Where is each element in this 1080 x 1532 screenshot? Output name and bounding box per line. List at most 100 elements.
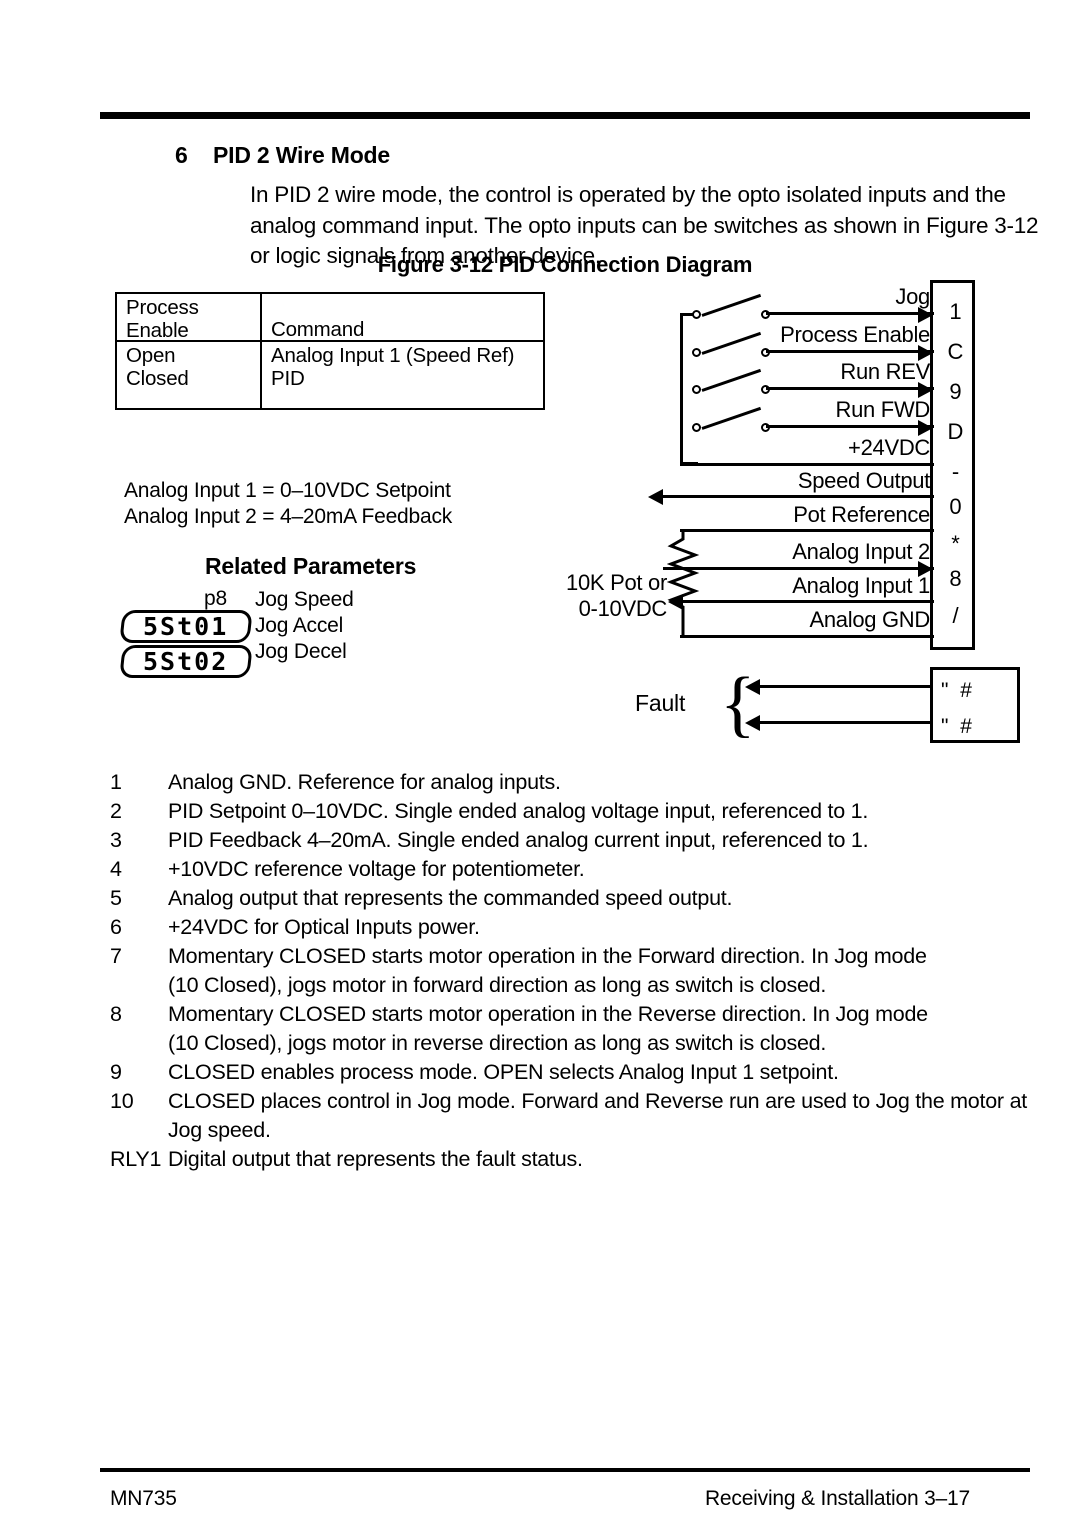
note-number: 7 [110,944,122,968]
switch-node-left [692,423,701,432]
terminal-char: C [947,339,964,364]
note-number: 2 [110,799,122,823]
fault-relay-box: " # " # [930,667,1020,743]
potentiometer-icon [667,529,700,637]
wire-analog-input-2 [663,567,934,570]
switch-node-left [692,348,701,357]
fault-label: Fault [635,690,686,716]
note-text: Digital output that represents the fault… [168,1147,583,1171]
header-rule [100,112,1030,119]
analog-input-notes: Analog Input 1 = 0–10VDC Setpoint Analog… [124,478,452,530]
terminal-char: * [951,531,960,556]
note-number: 5 [110,886,122,910]
section-number: 6 [175,142,188,168]
wire-analog-gnd [680,635,934,638]
list-item: 1 Analog GND. Reference for analog inputs… [110,768,1040,797]
arrow-analog-input-1-icon [668,594,683,610]
table-header-process-enable: Process Enable [117,294,262,342]
table-header-command: Command [262,294,543,341]
fault-terminal-char: " # [941,679,975,702]
arrow-jog-icon [918,307,933,323]
terminal-char: 1 [949,299,962,324]
terminal-char: - [951,459,960,484]
list-item: 10 CLOSED places control in Jog mode. For… [110,1087,1040,1145]
note-number: 6 [110,915,122,939]
table-cell-state-closed: Closed [126,367,189,390]
arrow-run-fwd-icon [918,420,933,436]
note-continuation: Jog speed. [168,1118,271,1142]
wire-process-enable [766,350,934,353]
pid-connection-diagram: 1 C 9 D - 0 * 8 / Jog Process Enable Run… [530,275,1030,755]
led-display-sst02: 5St02 [119,645,253,678]
table-cell-states: Open Closed [117,342,262,408]
table-header-row: Process Enable Command [117,294,543,342]
related-parameters-title: Related Parameters [205,553,417,579]
list-item: 6 +24VDC for Optical Inputs power. [110,913,1040,942]
note-text: Analog GND. Reference for analog inputs. [168,770,561,794]
footer-page-reference: Receiving & Installation 3–17 [704,1487,970,1510]
terminal-char: 0 [949,494,962,519]
note-text: PID Feedback 4–20mA. Single ended analog… [168,828,869,852]
table-cell-command-closed: PID [271,367,305,390]
led-display-sst02-text: 5St02 [143,647,229,676]
analog-note-2: Analog Input 2 = 4–20mA Feedback [124,505,453,528]
parameter-code: p8 [204,587,227,610]
note-text: CLOSED enables process mode. OPEN select… [168,1060,839,1084]
note-number: 9 [110,1060,122,1084]
wire-pot-reference [680,529,934,532]
table-cell-state-open: Open [126,344,176,367]
wire-fault-1 [760,685,932,688]
note-number: 10 [110,1089,134,1113]
terminal-char: D [947,419,964,444]
analog-note-1: Analog Input 1 = 0–10VDC Setpoint [124,479,451,502]
list-item: RLY1 Digital output that represents the f… [110,1145,1040,1174]
list-item: 9 CLOSED enables process mode. OPEN selec… [110,1058,1040,1087]
related-parameter-item: Jog Speed [255,588,354,611]
terminal-char: 8 [949,566,962,591]
signal-label-pot-reference: Pot Reference [793,502,930,527]
note-number: 1 [110,770,122,794]
note-text: Momentary CLOSED starts motor operation … [168,1002,928,1026]
wire-speed-output [663,495,934,498]
arrow-run-rev-icon [918,382,933,398]
switch-node-left [692,385,701,394]
signal-label-speed-output: Speed Output [797,468,930,493]
note-text: +24VDC for Optical Inputs power. [168,915,480,939]
terminal-char: 9 [949,379,962,404]
related-parameter-item: Jog Decel [255,640,347,663]
signal-label-run-fwd: Run FWD [835,397,931,422]
note-continuation: (10 Closed), jogs motor in reverse direc… [168,1031,827,1055]
note-number: 4 [110,857,122,881]
arrow-speed-output-icon [648,489,663,505]
switch-node-left [692,310,701,319]
signal-label-process-enable: Process Enable [780,322,930,347]
note-text: +10VDC reference voltage for potentiomet… [168,857,585,881]
table-body-row: Open Closed Analog Input 1 (Speed Ref) P… [117,342,543,408]
wire-analog-input-1 [680,600,934,603]
signal-label-analog-input-1: Analog Input 1 [792,573,930,598]
related-parameters-list: Jog Speed Jog Accel Jog Decel [255,587,354,665]
fault-terminal-char: " # [941,715,975,738]
signal-label-analog-gnd: Analog GND [809,607,930,632]
table-header-line2: Enable [126,319,189,342]
table-header-command-label: Command [271,318,365,341]
wire-run-fwd [766,425,934,428]
list-item: 4 +10VDC reference voltage for potentiome… [110,855,1040,884]
note-continuation: (10 Closed), jogs motor in forward direc… [168,973,827,997]
table-cell-commands: Analog Input 1 (Speed Ref) PID [262,342,543,408]
signal-label-jog: Jog [895,284,930,309]
wire-jog [766,312,934,315]
footer-document-number: MN735 [110,1487,177,1510]
signal-label-24vdc: +24VDC [848,435,930,460]
note-text: Momentary CLOSED starts motor operation … [168,944,927,968]
note-text: PID Setpoint 0–10VDC. Single ended analo… [168,799,869,823]
command-table: Process Enable Command Open Closed Analo… [115,292,545,410]
terminal-block: 1 C 9 D - 0 * 8 / [930,280,975,650]
list-item: 8 Momentary CLOSED starts motor operation… [110,1000,1040,1058]
note-text: CLOSED places control in Jog mode. Forwa… [168,1089,1027,1113]
led-display-sst01: 5St01 [119,610,253,643]
wire-fault-2 [760,721,932,724]
fault-brace-icon: { [720,663,756,745]
note-number: RLY1 [110,1147,162,1171]
related-parameter-item: Jog Accel [255,614,344,637]
